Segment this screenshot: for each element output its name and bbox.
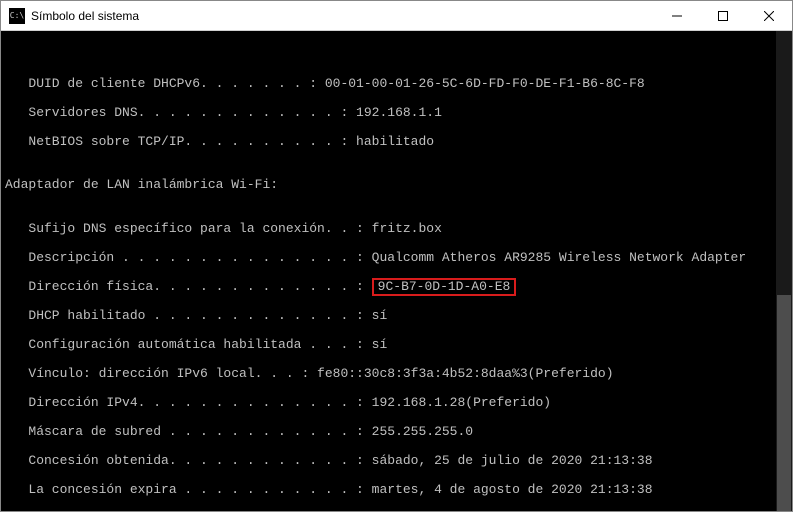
vertical-scrollbar[interactable]	[776, 31, 792, 511]
close-button[interactable]	[746, 1, 792, 30]
mac-address-highlight: 9C-B7-0D-1D-A0-E8	[372, 278, 517, 297]
cmd-icon-label: C:\	[10, 11, 24, 20]
output-line: Concesión obtenida. . . . . . . . . . . …	[5, 454, 792, 469]
output-line: NetBIOS sobre TCP/IP. . . . . . . . . . …	[5, 135, 792, 150]
output-line: Configuración automática habilitada . . …	[5, 338, 792, 353]
cmd-window: C:\ Símbolo del sistema DUID de cliente …	[0, 0, 793, 512]
window-controls	[654, 1, 792, 30]
titlebar[interactable]: C:\ Símbolo del sistema	[1, 1, 792, 31]
physical-address-label: Dirección física. . . . . . . . . . . . …	[5, 279, 364, 294]
minimize-button[interactable]	[654, 1, 700, 30]
output-line: Vínculo: dirección IPv6 local. . . : fe8…	[5, 367, 792, 382]
cmd-icon: C:\	[9, 8, 25, 24]
terminal-area[interactable]: DUID de cliente DHCPv6. . . . . . . : 00…	[1, 31, 792, 511]
output-line: DHCP habilitado . . . . . . . . . . . . …	[5, 309, 792, 324]
terminal-output: DUID de cliente DHCPv6. . . . . . . : 00…	[5, 62, 792, 511]
output-line: Servidores DNS. . . . . . . . . . . . . …	[5, 106, 792, 121]
scrollbar-thumb[interactable]	[777, 295, 791, 511]
physical-address-line: Dirección física. . . . . . . . . . . . …	[5, 280, 792, 295]
output-line: DUID de cliente DHCPv6. . . . . . . : 00…	[5, 77, 792, 92]
output-line: Descripción . . . . . . . . . . . . . . …	[5, 251, 792, 266]
output-line: Sufijo DNS específico para la conexión. …	[5, 222, 792, 237]
maximize-button[interactable]	[700, 1, 746, 30]
output-line: Dirección IPv4. . . . . . . . . . . . . …	[5, 396, 792, 411]
output-line: La concesión expira . . . . . . . . . . …	[5, 483, 792, 498]
window-title: Símbolo del sistema	[31, 9, 654, 23]
output-line: Máscara de subred . . . . . . . . . . . …	[5, 425, 792, 440]
adapter-header: Adaptador de LAN inalámbrica Wi-Fi:	[5, 178, 792, 193]
